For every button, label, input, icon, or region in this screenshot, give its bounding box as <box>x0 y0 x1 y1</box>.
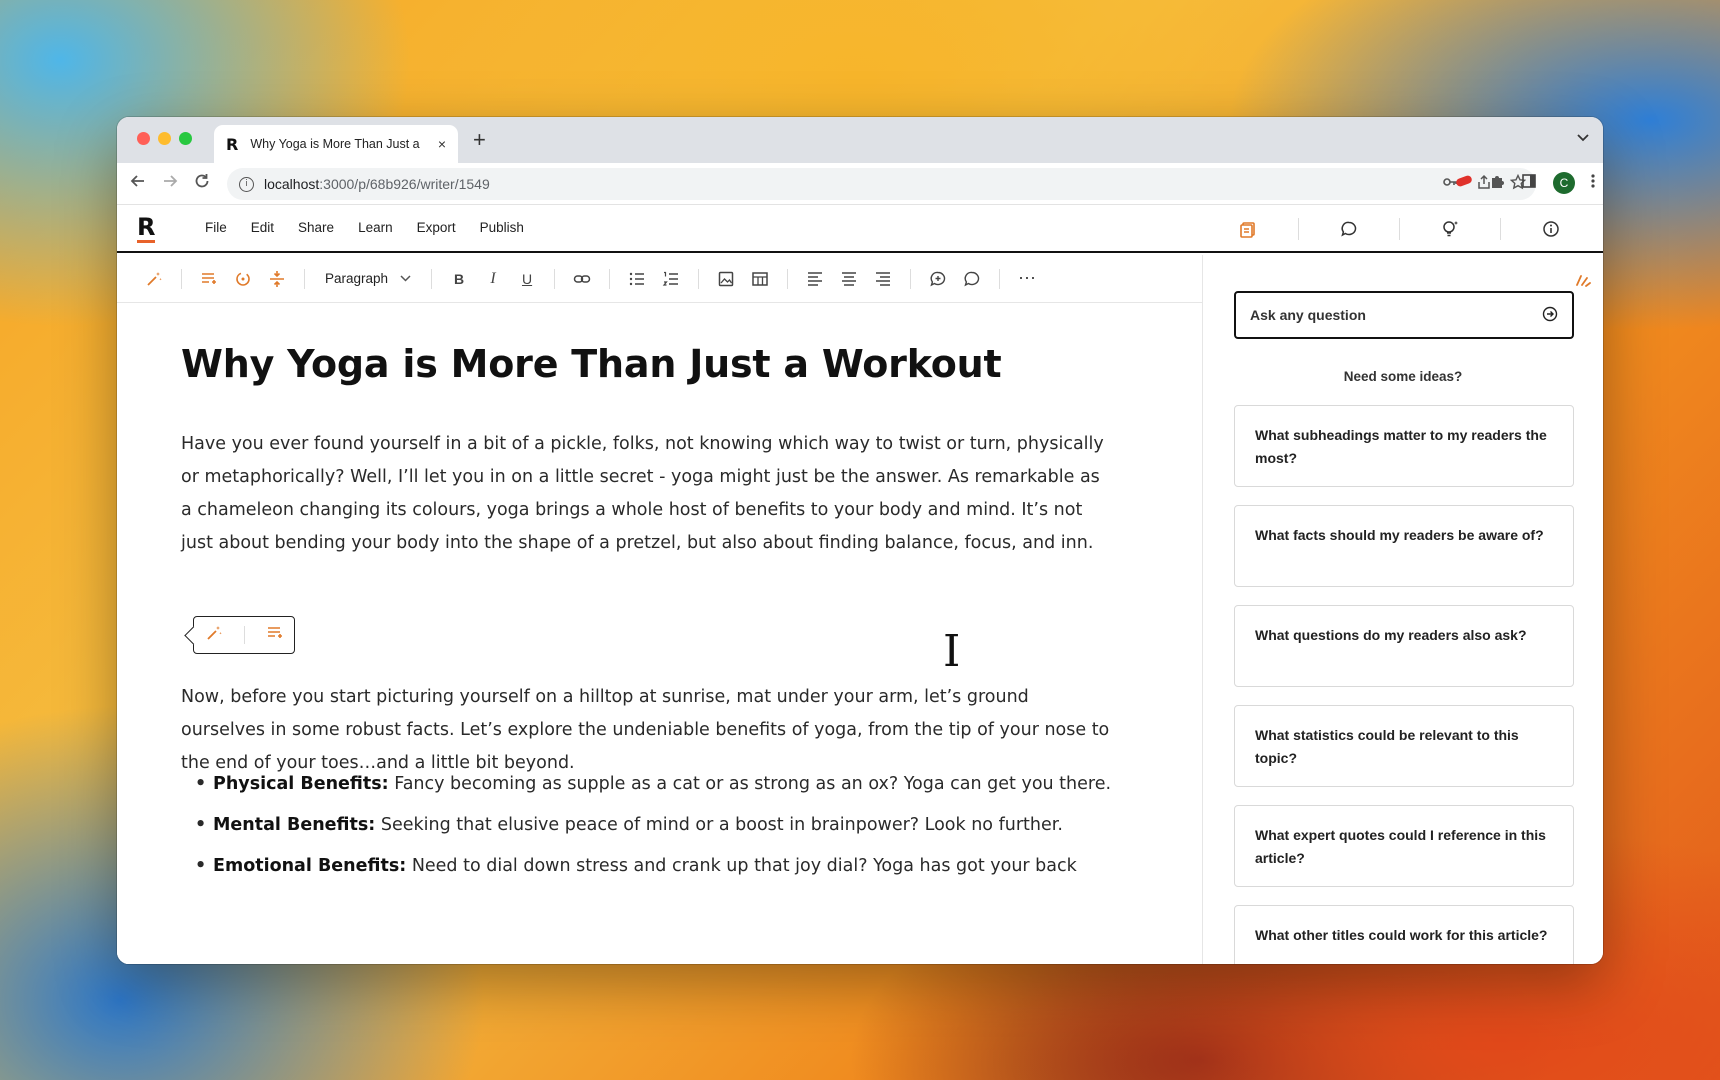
align-right-icon[interactable] <box>869 265 897 293</box>
paragraph-intro[interactable]: Have you ever found yourself in a bit of… <box>181 428 1111 560</box>
add-comment-icon[interactable] <box>924 265 952 293</box>
close-window-button[interactable] <box>137 132 150 145</box>
idea-suggestion-card[interactable]: What subheadings matter to my readers th… <box>1234 405 1574 487</box>
comment-icon[interactable] <box>958 265 986 293</box>
editor-toolbar: Paragraph B I U ⋯ <box>117 255 1202 303</box>
menu-file[interactable]: File <box>205 220 227 235</box>
block-type-select[interactable]: Paragraph <box>325 271 411 286</box>
app-menu: File Edit Share Learn Export Publish <box>205 220 548 235</box>
idea-suggestion-card[interactable]: What questions do my readers also ask? <box>1234 605 1574 687</box>
new-tab-button[interactable]: + <box>473 127 486 153</box>
ideas-lightbulb-icon[interactable] <box>1438 217 1462 241</box>
tab-strip: R Why Yoga is More Than Just a × + <box>117 117 1603 163</box>
tab-search-chevron-icon[interactable] <box>1577 129 1589 145</box>
side-panel-icon[interactable] <box>1521 173 1537 193</box>
list-item-text: Fancy becoming as supple as a cat or as … <box>388 774 1112 794</box>
list-item-label: Mental Benefits: <box>213 815 376 835</box>
zoom-window-button[interactable] <box>179 132 192 145</box>
menu-edit[interactable]: Edit <box>251 220 274 235</box>
block-type-value: Paragraph <box>325 271 389 286</box>
browser-tab-active[interactable]: R Why Yoga is More Than Just a × <box>214 125 458 163</box>
chevron-down-icon <box>400 273 411 285</box>
list-item-text: Need to dial down stress and crank up th… <box>406 856 1077 876</box>
inline-ai-toolbar <box>193 616 295 654</box>
menu-export[interactable]: Export <box>417 220 456 235</box>
benefits-list: Physical Benefits: Fancy becoming as sup… <box>181 768 1121 891</box>
minimize-window-button[interactable] <box>158 132 171 145</box>
submit-arrow-icon[interactable] <box>1542 306 1558 325</box>
app-menu-bar: R File Edit Share Learn Export Publish <box>117 205 1603 253</box>
insert-lines-icon[interactable] <box>195 265 223 293</box>
idea-suggestion-card[interactable]: What other titles could work for this ar… <box>1234 905 1574 964</box>
list-item[interactable]: Mental Benefits: Seeking that elusive pe… <box>181 809 1121 842</box>
list-item-text: Seeking that elusive peace of mind or a … <box>375 815 1063 835</box>
paragraph-facts[interactable]: Now, before you start picturing yourself… <box>181 681 1111 780</box>
forward-arrow-icon[interactable] <box>161 172 179 195</box>
ai-magic-wand-icon[interactable] <box>140 265 168 293</box>
idea-suggestion-card[interactable]: What facts should my readers be aware of… <box>1234 505 1574 587</box>
extension-red-icon[interactable] <box>1455 173 1473 193</box>
menu-share[interactable]: Share <box>298 220 334 235</box>
info-icon[interactable] <box>1539 217 1563 241</box>
tab-title: Why Yoga is More Than Just a <box>250 137 420 151</box>
extensions-puzzle-icon[interactable] <box>1489 173 1505 193</box>
insert-image-icon[interactable] <box>712 265 740 293</box>
browser-toolbar: i localhost:3000/p/68b926/writer/1549 C <box>117 163 1603 205</box>
address-bar[interactable]: i localhost:3000/p/68b926/writer/1549 <box>227 168 1536 200</box>
insert-table-icon[interactable] <box>746 265 774 293</box>
document-editor[interactable]: Why Yoga is More Than Just a Workout Hav… <box>117 304 1202 964</box>
align-left-icon[interactable] <box>801 265 829 293</box>
document-title[interactable]: Why Yoga is More Than Just a Workout <box>181 342 1002 386</box>
ask-question-input[interactable]: Ask any question <box>1234 291 1574 339</box>
menu-publish[interactable]: Publish <box>480 220 524 235</box>
bold-button[interactable]: B <box>445 265 473 293</box>
sparkle-icon <box>1576 275 1591 287</box>
browser-window: R Why Yoga is More Than Just a × + i loc… <box>117 117 1603 964</box>
comments-icon[interactable] <box>1337 217 1361 241</box>
inline-insert-lines-icon[interactable] <box>266 624 284 647</box>
rewrite-cycle-icon[interactable] <box>229 265 257 293</box>
idea-suggestion-card[interactable]: What expert quotes could I reference in … <box>1234 805 1574 887</box>
site-info-icon[interactable]: i <box>239 176 254 192</box>
idea-suggestion-card[interactable]: What statistics could be relevant to thi… <box>1234 705 1574 787</box>
document-panel-icon[interactable] <box>1236 217 1260 241</box>
numbered-list-icon[interactable] <box>657 265 685 293</box>
ideas-heading: Need some ideas? <box>1343 369 1463 384</box>
menu-learn[interactable]: Learn <box>358 220 393 235</box>
more-options-icon[interactable]: ⋯ <box>1013 265 1041 293</box>
ask-question-placeholder: Ask any question <box>1250 307 1366 323</box>
reload-icon[interactable] <box>193 172 211 195</box>
app-favicon-icon: R <box>226 134 239 154</box>
browser-menu-kebab-icon[interactable] <box>1591 173 1595 193</box>
url-text: localhost:3000/p/68b926/writer/1549 <box>264 176 490 192</box>
list-item[interactable]: Physical Benefits: Fancy becoming as sup… <box>181 768 1121 801</box>
app-logo[interactable]: R <box>137 215 156 243</box>
expand-text-icon[interactable] <box>263 265 291 293</box>
profile-avatar[interactable]: C <box>1553 172 1575 194</box>
inline-magic-wand-icon[interactable] <box>205 624 223 647</box>
assistant-panel: Ask any question Need some ideas? What s… <box>1202 255 1603 964</box>
list-item-label: Emotional Benefits: <box>213 856 407 876</box>
back-arrow-icon[interactable] <box>129 172 147 195</box>
list-item-label: Physical Benefits: <box>213 774 389 794</box>
underline-button[interactable]: U <box>513 265 541 293</box>
tab-close-icon[interactable]: × <box>438 136 446 152</box>
bulleted-list-icon[interactable] <box>623 265 651 293</box>
list-item[interactable]: Emotional Benefits: Need to dial down st… <box>181 850 1121 883</box>
link-icon[interactable] <box>568 265 596 293</box>
italic-button[interactable]: I <box>479 265 507 293</box>
text-cursor-icon: I <box>943 626 961 677</box>
align-center-icon[interactable] <box>835 265 863 293</box>
